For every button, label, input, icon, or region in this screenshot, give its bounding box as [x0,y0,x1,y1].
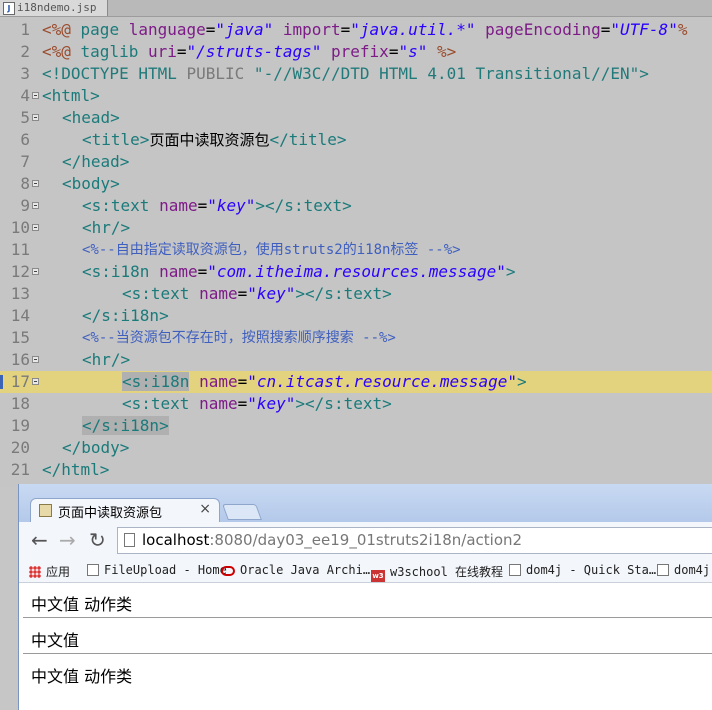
code-line-11[interactable]: 11 <%--自由指定读取资源包，使用struts2的i18n标签 --%> [0,239,712,261]
bookmarks-bar: 应用 FileUpload - Home Oracle Java Archi… … [19,560,712,583]
horizontal-rule [23,617,712,618]
bookmark-dom4j[interactable]: dom4j [657,563,710,577]
code-line-2[interactable]: 2 <%@ taglib uri="/struts-tags" prefix="… [0,41,712,63]
code-line-9[interactable]: 9 <s:text name="key"></s:text> [0,195,712,217]
line-number: 3 [20,64,30,83]
line-number: 2 [20,42,30,61]
line-number: 21 [10,460,30,479]
line-number: 19 [10,416,30,435]
code-line-3[interactable]: 3 <!DOCTYPE HTML PUBLIC "-//W3C//DTD HTM… [0,63,712,85]
browser-tab-strip: 页面中读取资源包 × [19,484,712,522]
line-number: 20 [10,438,30,457]
back-arrow-icon[interactable]: ← [31,528,48,552]
code-editor[interactable]: 1 <%@ page language="java" import="java.… [0,17,712,487]
line-number: 13 [10,284,30,303]
reload-icon[interactable]: ↻ [89,528,106,552]
content-text-line-1: 中文值 动作类 [31,595,133,614]
code-line-7[interactable]: 7 </head> [0,151,712,173]
page-icon [657,564,669,576]
fold-toggle-icon[interactable] [32,180,39,187]
editor-tab-bar: J i18ndemo.jsp [0,0,712,17]
bookmark-w3school[interactable]: w3 w3school 在线教程 [371,563,503,582]
line-number: 12 [10,262,30,281]
code-line-13[interactable]: 13 <s:text name="key"></s:text> [0,283,712,305]
code-line-21[interactable]: 21 </html> [0,459,712,481]
bookmark-fileupload[interactable]: FileUpload - Home [87,563,227,577]
line-number: 4 [20,86,30,105]
line-number: 16 [10,350,30,369]
code-line-8[interactable]: 8 <body> [0,173,712,195]
browser-window: 页面中读取资源包 × ← → ↻ localhost:8080/day03_ee… [18,484,712,710]
page-favicon-icon [39,504,52,517]
code-line-12[interactable]: 12 <s:i18n name="com.itheima.resources.m… [0,261,712,283]
browser-toolbar: ← → ↻ localhost:8080/day03_ee19_01struts… [19,522,712,561]
line-number: 7 [20,152,30,171]
fold-toggle-icon[interactable] [32,268,39,275]
fold-toggle-icon[interactable] [32,114,39,121]
browser-tab-active[interactable]: 页面中读取资源包 × [30,498,220,522]
address-url: localhost:8080/day03_ee19_01struts2i18n/… [142,531,523,549]
bookmark-dom4j-quickstart[interactable]: dom4j - Quick Sta… [509,563,656,577]
line-number: 1 [20,20,30,39]
new-tab-button[interactable] [222,504,262,520]
line-number: 10 [10,218,30,237]
jsp-file-icon: J [3,2,15,15]
horizontal-rule [23,653,712,654]
line-number: 5 [20,108,30,127]
page-icon [87,564,99,576]
bookmark-oracle[interactable]: Oracle Java Archi… [221,563,370,577]
page-info-icon[interactable] [124,533,135,547]
line-number: 11 [10,240,30,259]
code-line-18[interactable]: 18 <s:text name="key"></s:text> [0,393,712,415]
fold-toggle-icon[interactable] [32,92,39,99]
page-icon [509,564,521,576]
w3school-icon: w3 [371,570,385,582]
browser-tab-title: 页面中读取资源包 [58,506,163,521]
fold-toggle-icon[interactable] [32,224,39,231]
content-text-line-3: 中文值 动作类 [31,667,133,686]
address-bar[interactable]: localhost:8080/day03_ee19_01struts2i18n/… [117,527,712,554]
code-line-5[interactable]: 5 <head> [0,107,712,129]
line-number: 8 [20,174,30,193]
code-line-16[interactable]: 16 <hr/> [0,349,712,371]
forward-arrow-icon[interactable]: → [59,528,76,552]
close-tab-icon[interactable]: × [199,501,211,517]
editor-tab-i18ndemo[interactable]: J i18ndemo.jsp [0,0,108,16]
line-number: 15 [10,328,30,347]
code-line-4[interactable]: 4 <html> [0,85,712,107]
fold-toggle-icon[interactable] [32,202,39,209]
code-line-20[interactable]: 20 </body> [0,437,712,459]
code-line-10[interactable]: 10 <hr/> [0,217,712,239]
line-number: 9 [20,196,30,215]
code-line-6[interactable]: 6 <title>页面中读取资源包</title> [0,129,712,151]
oracle-icon [221,566,235,576]
fold-toggle-icon[interactable] [32,356,39,363]
line-number: 14 [10,306,30,325]
code-line-17-current[interactable]: 17 <s:i18n name="cn.itcast.resource.mess… [0,371,712,393]
bookmark-apps[interactable]: 应用 [29,563,70,580]
line-number: 17 [10,372,30,391]
code-line-15[interactable]: 15 <%--当资源包不存在时，按照搜索顺序搜索 --%> [0,327,712,349]
apps-icon [29,566,41,578]
content-text-line-2: 中文值 [31,631,80,650]
line-number: 18 [10,394,30,413]
code-line-1[interactable]: 1 <%@ page language="java" import="java.… [0,19,712,41]
editor-tab-label: i18ndemo.jsp [17,1,97,14]
line-number: 6 [20,130,30,149]
code-line-14[interactable]: 14 </s:i18n> [0,305,712,327]
fold-toggle-icon[interactable] [32,378,39,385]
code-line-19[interactable]: 19 </s:i18n> [0,415,712,437]
